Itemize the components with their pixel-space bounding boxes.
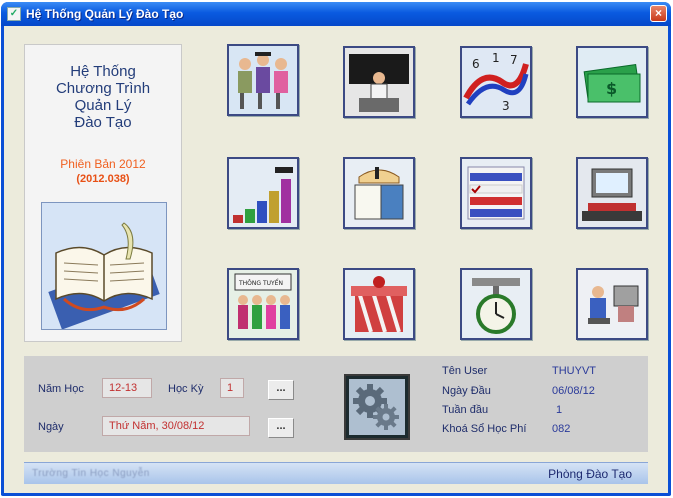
department-label: Phòng Đào Tạo: [548, 467, 632, 481]
module-users-button[interactable]: [576, 268, 648, 340]
khoa-so-label: Khoá Sổ Học Phí: [442, 423, 527, 435]
ngay-dau-label: Ngày Đầu: [442, 385, 491, 397]
module-students-button[interactable]: [227, 44, 299, 116]
app-name: Hệ Thống Chương Trình Quản Lý Đào Tạo: [55, 63, 151, 131]
computer-lab-icon: [578, 159, 646, 227]
stacked-books-icon: [229, 159, 297, 227]
tuan-dau-value: 1: [556, 404, 563, 416]
module-calendar-button[interactable]: [343, 157, 415, 229]
svg-text:$: $: [606, 79, 617, 98]
khoa-so-value: 082: [552, 423, 571, 435]
module-schedule-button[interactable]: 6 1 7 3: [460, 46, 532, 118]
ngay-label: Ngày: [38, 421, 64, 433]
schedule-numbers-icon: 6 1 7 3: [462, 48, 530, 116]
checklist-icon: [462, 159, 530, 227]
svg-text:THÔNG TUYỂN: THÔNG TUYỂN: [238, 279, 283, 287]
module-attendance-button[interactable]: [460, 268, 532, 340]
close-button[interactable]: ×: [650, 5, 667, 22]
calendar-book-icon: [345, 159, 413, 227]
date-picker-button[interactable]: ...: [268, 418, 294, 438]
ten-user-value: THUYVT: [552, 365, 596, 377]
module-teachers-button[interactable]: [343, 46, 415, 118]
svg-text:3: 3: [502, 99, 510, 113]
scale-clock-icon: [462, 270, 530, 338]
open-book-icon: [41, 202, 167, 330]
ten-user-label: Tên User: [442, 365, 488, 377]
settings-button[interactable]: [344, 374, 410, 440]
status-left-text: Trường Tin Học Nguyễn: [32, 468, 150, 479]
svg-text:7: 7: [510, 53, 518, 67]
school-year-picker-button[interactable]: ...: [268, 380, 294, 400]
module-lab-button[interactable]: [576, 157, 648, 229]
build-label: (2012.038): [76, 173, 130, 185]
gears-icon: [353, 384, 399, 430]
app-icon: ✓: [7, 7, 21, 21]
svg-text:6: 6: [472, 57, 480, 71]
module-grades-button[interactable]: [460, 157, 532, 229]
version-label: Phiên Bản 2012: [60, 157, 146, 171]
tuan-dau-label: Tuần đầu: [442, 404, 489, 416]
app-info-panel: Hệ Thống Chương Trình Quản Lý Đào Tạo Ph…: [24, 44, 182, 342]
hoc-ky-label: Học Kỳ: [168, 383, 204, 395]
graduates-icon: [229, 46, 297, 114]
status-bar: Trường Tin Học Nguyễn Phòng Đào Tạo: [24, 462, 648, 484]
computer-user-icon: [578, 270, 646, 338]
window-title: Hệ Thống Quản Lý Đào Tạo: [26, 7, 184, 21]
module-courses-button[interactable]: [227, 157, 299, 229]
teacher-blackboard-icon: [345, 48, 413, 116]
ngay-field[interactable]: Thứ Năm, 30/08/12: [102, 416, 250, 436]
nam-hoc-label: Năm Học: [38, 383, 84, 395]
enrollment-board-icon: THÔNG TUYỂN: [229, 270, 297, 338]
money-icon: $: [578, 48, 646, 116]
module-rewards-button[interactable]: [343, 268, 415, 340]
nam-hoc-field[interactable]: 12-13: [102, 378, 152, 398]
module-tuition-button[interactable]: $: [576, 46, 648, 118]
ngay-dau-value: 06/08/12: [552, 385, 595, 397]
session-panel: Năm Học 12-13 Học Kỳ 1 ... Ngày Thứ Năm,…: [24, 356, 648, 452]
title-bar[interactable]: ✓ Hệ Thống Quản Lý Đào Tạo ×: [1, 2, 671, 26]
module-enrollment-button[interactable]: THÔNG TUYỂN: [227, 268, 299, 340]
svg-text:1: 1: [492, 51, 500, 65]
gift-box-icon: [345, 270, 413, 338]
hoc-ky-field[interactable]: 1: [220, 378, 244, 398]
